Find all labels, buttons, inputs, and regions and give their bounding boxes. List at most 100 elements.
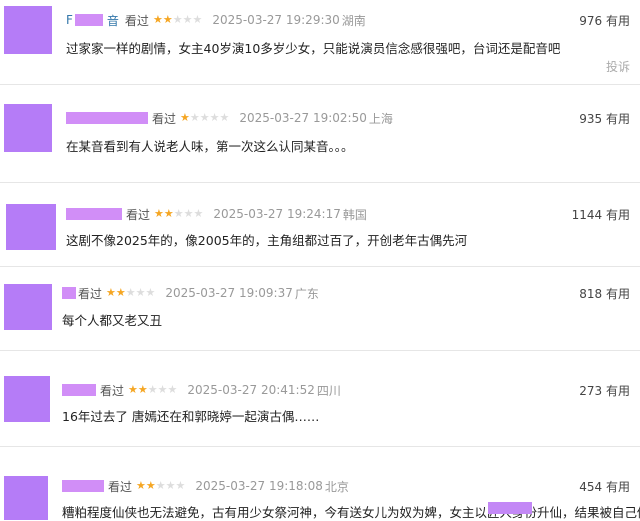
star-empty-icon: ★ xyxy=(183,207,194,220)
comment-location: 湖南 xyxy=(341,13,366,28)
star-empty-icon: ★ xyxy=(209,111,220,124)
useful-count: 818 xyxy=(579,287,603,301)
comment-date: 2025-03-27 19:18:08 xyxy=(195,479,323,493)
comment-date: 2025-03-27 20:41:52 xyxy=(187,383,315,397)
avatar[interactable] xyxy=(4,284,52,330)
watched-label: 看过 xyxy=(100,383,125,398)
rating-stars: ★ ★ ★ ★ ★ xyxy=(154,208,203,220)
star-empty-icon: ★ xyxy=(219,111,230,124)
comment-date: 2025-03-27 19:09:37 xyxy=(165,286,293,300)
watched-label: 看过 xyxy=(108,479,133,494)
comment-header: 看过 ★ ★ ★ ★ ★ 2025-03-27 19:24:17 韩国 xyxy=(66,206,367,222)
redacted-username xyxy=(62,480,104,492)
star-empty-icon: ★ xyxy=(147,383,158,396)
star-empty-icon: ★ xyxy=(165,479,176,492)
useful-vote[interactable]: 1144 有用 xyxy=(572,206,630,223)
avatar[interactable] xyxy=(6,204,56,250)
rating-stars: ★ ★ ★ ★ ★ xyxy=(136,480,185,492)
star-filled-icon: ★ xyxy=(128,383,138,396)
divider xyxy=(0,446,640,447)
watched-label: 看过 xyxy=(124,13,149,28)
comment-date: 2025-03-27 19:24:17 xyxy=(213,207,341,221)
star-filled-icon: ★ xyxy=(137,383,148,396)
watched-label: 看过 xyxy=(152,111,177,126)
comment-text: 糟粕程度仙侠也无法避免，古有用少女祭河神，今有送女儿为奴为婢，女主以匠人身份升仙… xyxy=(62,505,640,520)
star-empty-icon: ★ xyxy=(172,13,183,26)
divider xyxy=(0,182,640,183)
redacted-text-overlay xyxy=(488,502,532,514)
star-filled-icon: ★ xyxy=(115,286,126,299)
star-empty-icon: ★ xyxy=(175,479,186,492)
star-filled-icon: ★ xyxy=(136,479,146,492)
comment-date: 2025-03-27 19:02:50 xyxy=(239,111,367,125)
avatar[interactable] xyxy=(4,376,50,422)
useful-count: 273 xyxy=(579,384,603,398)
star-filled-icon: ★ xyxy=(152,13,163,26)
star-empty-icon: ★ xyxy=(192,13,203,26)
avatar[interactable] xyxy=(4,476,48,520)
avatar[interactable] xyxy=(4,104,52,152)
comment-text: 这剧不像2025年的，像2005年的，主角组都过百了，开创老年古偶先河 xyxy=(66,233,468,248)
divider xyxy=(0,266,640,267)
comment-location: 北京 xyxy=(324,479,349,494)
comment-location: 四川 xyxy=(316,383,341,398)
comment-text: 16年过去了 唐嫣还在和郭晓婷一起演古偶…… xyxy=(62,409,320,424)
redacted-username xyxy=(66,208,122,220)
comment-text: 在某音看到有人说老人味，第一次这么认同某音。。。 xyxy=(66,139,354,154)
useful-vote[interactable]: 818 有用 xyxy=(579,285,630,302)
comment-header: 看过 ★ ★ ★ ★ ★ 2025-03-27 19:02:50 上海 xyxy=(66,110,393,126)
avatar[interactable] xyxy=(4,6,52,54)
useful-button[interactable]: 有用 xyxy=(606,384,630,398)
redacted-username xyxy=(66,112,148,124)
useful-button[interactable]: 有用 xyxy=(606,208,630,222)
rating-stars: ★ ★ ★ ★ ★ xyxy=(180,112,229,124)
star-empty-icon: ★ xyxy=(135,286,146,299)
useful-vote[interactable]: 976 有用 xyxy=(579,12,630,29)
comment-header: F 音 看过 ★ ★ ★ ★ ★ 2025-03-27 19:29:30 湖南 xyxy=(66,12,366,28)
star-empty-icon: ★ xyxy=(155,479,166,492)
redacted-username xyxy=(62,384,96,396)
star-empty-icon: ★ xyxy=(145,286,156,299)
comment-location: 广东 xyxy=(294,286,319,301)
comment-location: 上海 xyxy=(368,111,393,126)
rating-stars: ★ ★ ★ ★ ★ xyxy=(128,384,177,396)
useful-button[interactable]: 有用 xyxy=(606,287,630,301)
useful-button[interactable]: 有用 xyxy=(606,14,630,28)
useful-vote[interactable]: 273 有用 xyxy=(579,382,630,399)
comment-header: 看过 ★ ★ ★ ★ ★ 2025-03-27 19:18:08 北京 xyxy=(62,478,349,494)
useful-vote[interactable]: 935 有用 xyxy=(579,110,630,127)
rating-stars: ★ ★ ★ ★ ★ xyxy=(106,287,155,299)
useful-count: 1144 xyxy=(571,208,603,222)
star-empty-icon: ★ xyxy=(173,207,184,220)
rating-stars: ★ ★ ★ ★ ★ xyxy=(153,14,202,26)
watched-label: 看过 xyxy=(78,286,103,301)
star-empty-icon: ★ xyxy=(182,13,193,26)
comment-text: 每个人都又老又丑 xyxy=(62,313,163,328)
useful-count: 454 xyxy=(579,480,603,494)
comment-header: 看过 ★ ★ ★ ★ ★ 2025-03-27 19:09:37 广东 xyxy=(62,285,319,301)
star-empty-icon: ★ xyxy=(199,111,210,124)
divider xyxy=(0,350,640,351)
star-filled-icon: ★ xyxy=(145,479,156,492)
star-empty-icon: ★ xyxy=(125,286,136,299)
divider xyxy=(0,84,640,85)
star-filled-icon: ★ xyxy=(162,13,173,26)
useful-button[interactable]: 有用 xyxy=(606,480,630,494)
comment-date: 2025-03-27 19:29:30 xyxy=(212,13,340,27)
username-tail[interactable]: 音 xyxy=(107,12,119,29)
star-filled-icon: ★ xyxy=(154,207,164,220)
useful-button[interactable]: 有用 xyxy=(606,112,630,126)
useful-vote[interactable]: 454 有用 xyxy=(579,478,630,495)
star-empty-icon: ★ xyxy=(157,383,168,396)
username[interactable]: F xyxy=(66,13,73,27)
comment-header: 看过 ★ ★ ★ ★ ★ 2025-03-27 20:41:52 四川 xyxy=(62,382,341,398)
comment-text: 过家家一样的剧情，女主40岁演10多岁少女，只能说演员信念感很强吧，台词还是配音… xyxy=(66,41,561,56)
star-empty-icon: ★ xyxy=(193,207,204,220)
report-link[interactable]: 投诉 xyxy=(606,58,630,75)
watched-label: 看过 xyxy=(126,207,151,222)
redacted-username xyxy=(62,287,76,299)
star-filled-icon: ★ xyxy=(106,286,116,299)
useful-count: 935 xyxy=(579,112,603,126)
star-empty-icon: ★ xyxy=(167,383,178,396)
redacted-username xyxy=(74,14,103,26)
